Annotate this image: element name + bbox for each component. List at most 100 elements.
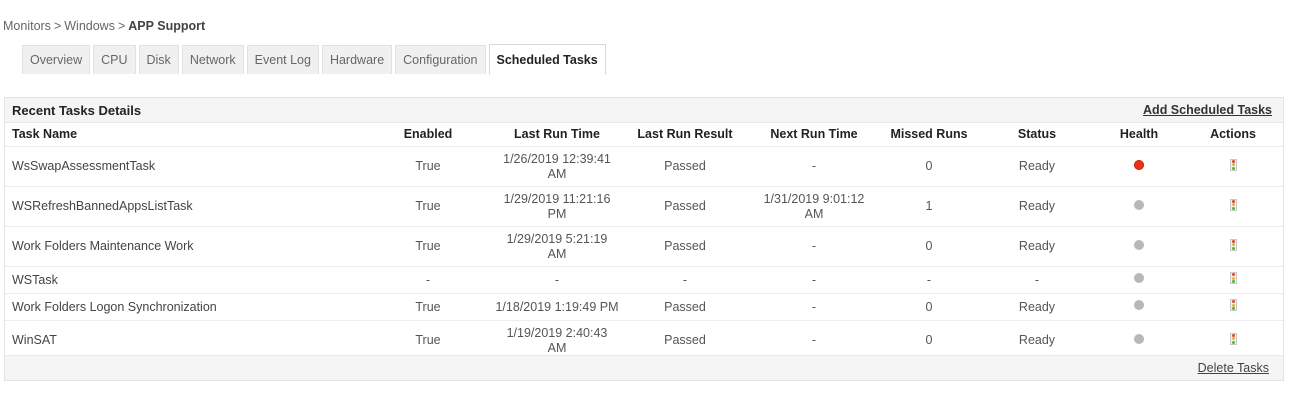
last-run-time-cell: 1/26/2019 12:39:41 AM — [493, 146, 621, 187]
last-run-time-line1: 1/18/2019 1:19:49 PM — [495, 299, 619, 314]
health-cell — [1095, 186, 1183, 227]
delete-tasks-link[interactable]: Delete Tasks — [1198, 361, 1269, 375]
status-cell: Ready — [979, 146, 1095, 187]
panel-title: Recent Tasks Details — [12, 103, 142, 118]
task-name-cell: WsSwapAssessmentTask — [5, 146, 363, 187]
enabled-cell: True — [363, 186, 493, 227]
next-run-time-cell: - — [749, 146, 879, 187]
last-run-time-line2: AM — [547, 246, 567, 261]
enabled-cell: True — [363, 293, 493, 321]
task-name-cell: WSTask — [5, 266, 363, 294]
tab-bar: Overview CPU Disk Network Event Log Hard… — [22, 44, 606, 75]
last-run-time-cell: - — [493, 266, 621, 294]
health-cell — [1095, 226, 1183, 267]
missed-runs-cell: - — [879, 266, 979, 294]
breadcrumb-windows[interactable]: Windows — [64, 19, 115, 33]
next-run-time-cell: - — [749, 293, 879, 321]
last-run-time-line1: 1/19/2019 2:40:43 — [506, 325, 608, 340]
panel-footer: Delete Tasks — [5, 355, 1283, 380]
actions-cell — [1183, 226, 1283, 267]
last-run-result-cell: Passed — [621, 226, 749, 267]
missed-runs-cell: 0 — [879, 146, 979, 187]
breadcrumb-separator: > — [117, 19, 126, 33]
next-run-time-cell: - — [749, 266, 879, 294]
status-cell: Ready — [979, 226, 1095, 267]
table-row: WSTask - - - - - - — [5, 266, 1283, 294]
next-run-time-line2: AM — [804, 206, 824, 221]
breadcrumb-current: APP Support — [128, 19, 206, 33]
last-run-time-line1: 1/29/2019 11:21:16 — [503, 191, 611, 206]
next-run-time-line1: - — [811, 272, 817, 287]
table-row: Work Folders Logon Synchronization True … — [5, 293, 1283, 321]
next-run-time-line1: - — [811, 299, 817, 314]
next-run-time-line1: - — [811, 159, 817, 173]
tab-configuration[interactable]: Configuration — [395, 45, 486, 74]
column-header-status[interactable]: Status — [979, 122, 1095, 147]
last-run-time-line1: 1/26/2019 12:39:41 — [503, 151, 611, 166]
column-header-last-run-time[interactable]: Last Run Time — [493, 122, 621, 147]
traffic-light-icon[interactable] — [1229, 158, 1237, 171]
actions-cell — [1183, 186, 1283, 227]
actions-cell — [1183, 146, 1283, 187]
breadcrumb-monitors[interactable]: Monitors — [3, 19, 51, 33]
column-header-missed-runs[interactable]: Missed Runs — [879, 122, 979, 147]
last-run-time-line1: 1/29/2019 5:21:19 — [506, 231, 608, 246]
add-scheduled-tasks-link[interactable]: Add Scheduled Tasks — [1143, 103, 1272, 117]
health-status-icon — [1134, 300, 1144, 311]
last-run-time-cell: 1/29/2019 11:21:16 PM — [493, 186, 621, 227]
last-run-time-cell: 1/18/2019 1:19:49 PM — [493, 293, 621, 321]
last-run-time-line1: - — [554, 272, 560, 287]
column-header-task-name[interactable]: Task Name — [5, 122, 363, 147]
actions-cell — [1183, 266, 1283, 294]
next-run-time-line1: 1/31/2019 9:01:12 — [763, 191, 865, 206]
tab-disk[interactable]: Disk — [138, 45, 179, 74]
recent-tasks-panel: Recent Tasks Details Add Scheduled Tasks… — [4, 97, 1284, 381]
health-cell — [1095, 266, 1183, 294]
health-cell — [1095, 293, 1183, 321]
tab-network[interactable]: Network — [181, 45, 244, 74]
status-cell: Ready — [979, 293, 1095, 321]
last-run-time-line2: PM — [547, 206, 567, 221]
column-header-actions: Actions — [1210, 127, 1256, 141]
status-cell: Ready — [979, 186, 1095, 227]
tab-cpu[interactable]: CPU — [93, 45, 136, 74]
last-run-result-cell: - — [621, 266, 749, 294]
column-header-health: Health — [1119, 127, 1159, 141]
last-run-time-cell: 1/29/2019 5:21:19 AM — [493, 226, 621, 267]
enabled-cell: - — [363, 266, 493, 294]
column-header-next-run-time[interactable]: Next Run Time — [749, 122, 879, 147]
health-status-icon — [1134, 199, 1144, 210]
missed-runs-cell: 1 — [879, 186, 979, 227]
table-row: Work Folders Maintenance Work True 1/29/… — [5, 226, 1283, 267]
tasks-table: Task Name Enabled Last Run Time Last Run… — [5, 122, 1283, 360]
column-header-last-run-result[interactable]: Last Run Result — [621, 122, 749, 147]
status-cell: - — [979, 266, 1095, 294]
tab-scheduled-tasks[interactable]: Scheduled Tasks — [488, 44, 606, 75]
next-run-time-line1: - — [811, 239, 817, 253]
column-header-enabled[interactable]: Enabled — [363, 122, 493, 147]
breadcrumb-separator: > — [53, 19, 62, 33]
tab-event-log[interactable]: Event Log — [246, 45, 319, 74]
task-name-cell: Work Folders Maintenance Work — [5, 226, 363, 267]
panel-header: Recent Tasks Details Add Scheduled Tasks — [5, 98, 1283, 123]
health-status-icon — [1134, 333, 1144, 344]
traffic-light-icon[interactable] — [1229, 299, 1237, 312]
health-status-icon — [1134, 159, 1144, 170]
table-row: WsSwapAssessmentTask True 1/26/2019 12:3… — [5, 146, 1283, 187]
health-status-icon — [1134, 273, 1144, 284]
last-run-time-line2: AM — [547, 340, 567, 355]
traffic-light-icon[interactable] — [1229, 272, 1237, 285]
traffic-light-icon[interactable] — [1229, 332, 1237, 345]
last-run-result-cell: Passed — [621, 186, 749, 227]
task-name-cell: Work Folders Logon Synchronization — [5, 293, 363, 321]
health-status-icon — [1134, 239, 1144, 250]
next-run-time-cell: 1/31/2019 9:01:12 AM — [749, 186, 879, 227]
traffic-light-icon[interactable] — [1229, 198, 1237, 211]
tab-hardware[interactable]: Hardware — [321, 45, 393, 74]
tab-overview[interactable]: Overview — [22, 45, 91, 74]
table-row: WSRefreshBannedAppsListTask True 1/29/20… — [5, 186, 1283, 227]
enabled-cell: True — [363, 146, 493, 187]
enabled-cell: True — [363, 226, 493, 267]
traffic-light-icon[interactable] — [1229, 238, 1237, 251]
table-header-row: Task Name Enabled Last Run Time Last Run… — [5, 122, 1283, 147]
